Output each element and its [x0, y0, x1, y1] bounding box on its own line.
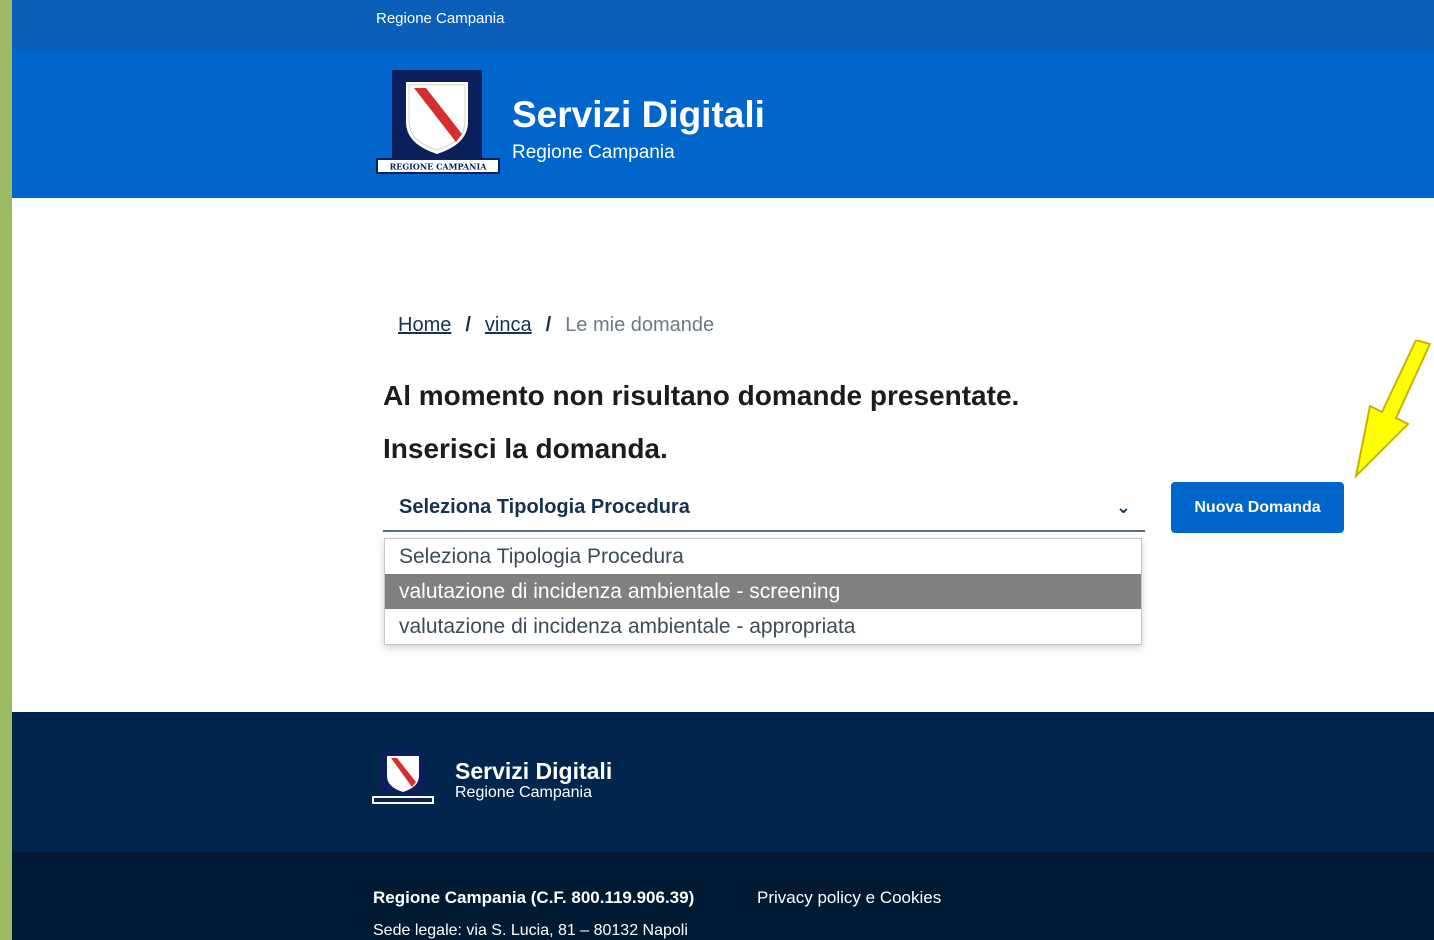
footer-main: Servizi Digitali Regione Campania: [12, 712, 1434, 852]
footer-brand-subtitle: Regione Campania: [455, 784, 592, 801]
annotation-arrow-icon: [1354, 340, 1432, 480]
regione-campania-logo-icon[interactable]: REGIONE CAMPANIA: [376, 70, 500, 174]
footer-address: Sede legale: via S. Lucia, 81 – 80132 Na…: [373, 922, 688, 939]
regione-campania-footer-logo-icon[interactable]: [372, 750, 434, 808]
no-applications-message: Al momento non risultano domande present…: [383, 380, 1020, 411]
chevron-down-icon: ⌄: [1115, 497, 1131, 517]
procedure-type-dropdown: Seleziona Tipologia Procedura valutazion…: [384, 538, 1142, 645]
insert-application-heading: Inserisci la domanda.: [383, 433, 668, 464]
breadcrumb-separator: /: [465, 314, 471, 336]
dropdown-option[interactable]: valutazione di incidenza ambientale - ap…: [385, 609, 1141, 644]
footer-bottom: Regione Campania (C.F. 800.119.906.39) S…: [12, 852, 1434, 940]
slim-header-label[interactable]: Regione Campania: [376, 10, 504, 27]
breadcrumb-home[interactable]: Home: [398, 314, 451, 337]
breadcrumb-vinca[interactable]: vinca: [485, 314, 532, 337]
svg-text:REGIONE CAMPANIA: REGIONE CAMPANIA: [390, 162, 488, 172]
select-value: Seleziona Tipologia Procedura: [399, 495, 690, 518]
procedure-type-select[interactable]: Seleziona Tipologia Procedura ⌄: [383, 484, 1145, 532]
privacy-policy-link[interactable]: Privacy policy e Cookies: [757, 888, 941, 908]
footer-entity: Regione Campania (C.F. 800.119.906.39): [373, 888, 695, 907]
slim-header: Regione Campania: [12, 0, 1434, 50]
breadcrumb-separator: /: [545, 314, 552, 336]
center-header: REGIONE CAMPANIA Servizi Digitali Region…: [12, 50, 1434, 198]
breadcrumb-current: Le mie domande: [565, 314, 715, 336]
brand-subtitle: Regione Campania: [512, 142, 675, 163]
dropdown-option-highlighted[interactable]: valutazione di incidenza ambientale - sc…: [385, 574, 1141, 609]
new-application-button[interactable]: Nuova Domanda: [1171, 482, 1344, 533]
footer-brand-title: Servizi Digitali: [455, 758, 613, 784]
brand-title[interactable]: Servizi Digitali: [512, 94, 765, 136]
dropdown-option[interactable]: Seleziona Tipologia Procedura: [385, 539, 1141, 574]
breadcrumb: Home / vinca / Le mie domande: [398, 314, 714, 337]
page-frame: Regione Campania REGIONE CAMPANIA Serviz…: [12, 0, 1434, 940]
